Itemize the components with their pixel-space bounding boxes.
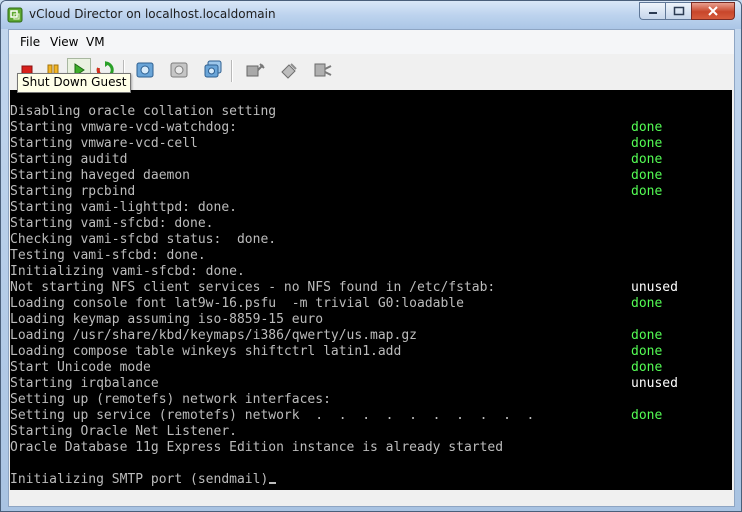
console-line-text: Loading /usr/share/kbd/keymaps/i386/qwer… xyxy=(10,328,417,343)
console-line: Starting vami-lighttpd: done. xyxy=(10,200,534,216)
console-line: Starting Oracle Net Listener. xyxy=(10,424,534,440)
minimize-icon xyxy=(648,12,657,14)
manage-snapshots-button[interactable] xyxy=(201,58,225,82)
client-area: File View VM Disabling oracle collation … xyxy=(8,29,735,507)
console-line-text: Starting auditd xyxy=(10,152,128,167)
console-line-text: Starting irqbalance xyxy=(10,376,159,391)
console-line: Starting haveged daemon done xyxy=(10,168,662,184)
console-line: Disabling oracle collation setting xyxy=(10,104,534,120)
console-line-text: Starting haveged daemon xyxy=(10,168,191,183)
console-line-text: Starting Oracle Net Listener. xyxy=(10,424,237,439)
console-line: Setting up (remotefs) network interfaces… xyxy=(10,392,534,408)
console-line: Start Unicode mode done xyxy=(10,360,662,376)
console-line-status: done xyxy=(631,168,663,183)
maximize-icon xyxy=(673,6,684,16)
close-icon xyxy=(708,6,718,16)
connect-device-icon xyxy=(246,63,265,77)
console-line: Loading keymap assuming iso-8859-15 euro xyxy=(10,312,534,328)
console-line: Testing vami-sfcbd: done. xyxy=(10,248,534,264)
console-line-text: Starting vmware-vcd-cell xyxy=(10,136,198,151)
console-line: Loading console font lat9w-16.psfu -m tr… xyxy=(10,296,662,312)
console-line-status: unused xyxy=(631,280,678,295)
configure-device-button[interactable] xyxy=(311,58,335,82)
console-line-text: Loading keymap assuming iso-8859-15 euro xyxy=(10,312,324,327)
console-line-status: done xyxy=(631,296,663,311)
manage-snapshots-icon xyxy=(204,60,222,78)
console-line: Starting vami-sfcbd: done. xyxy=(10,216,534,232)
console-line: Loading /usr/share/kbd/keymaps/i386/qwer… xyxy=(10,328,662,344)
console-line-text: Testing vami-sfcbd: done. xyxy=(10,248,206,263)
window-title: vCloud Director on localhost.localdomain xyxy=(29,7,276,21)
menu-file[interactable]: File xyxy=(20,35,40,49)
connect-device-button[interactable] xyxy=(243,58,267,82)
status-bar xyxy=(9,490,734,506)
menu-view[interactable]: View xyxy=(50,35,78,49)
shut-down-guest-tooltip: Shut Down Guest xyxy=(17,73,132,93)
console-line-text: Loading console font lat9w-16.psfu -m tr… xyxy=(10,296,464,311)
disconnect-device-icon xyxy=(281,63,297,79)
console-line: Initializing SMTP port (sendmail) xyxy=(10,472,534,488)
console-line-status: done xyxy=(631,152,663,167)
configure-device-icon xyxy=(314,63,332,77)
toolbar-separator xyxy=(231,60,233,82)
console-line-status: done xyxy=(631,360,663,375)
close-button[interactable] xyxy=(691,2,735,20)
console-screen[interactable]: Disabling oracle collation setting Starti… xyxy=(10,90,732,490)
console-line: Starting vmware-vcd-cell done xyxy=(10,136,662,152)
console-line: Starting irqbalance unused xyxy=(10,376,678,392)
console-line-text: Starting vmware-vcd-watchdog: xyxy=(10,120,237,135)
console-line-text: Initializing SMTP port (sendmail) xyxy=(10,472,269,487)
console-line-status: unused xyxy=(631,376,678,391)
console-line-status: done xyxy=(631,120,663,135)
revert-snapshot-button[interactable] xyxy=(167,58,191,82)
console-line-status: done xyxy=(631,344,663,359)
console-line: Oracle Database 11g Express Edition inst… xyxy=(10,440,534,456)
console-line-text: Starting vami-sfcbd: done. xyxy=(10,216,214,231)
console-line: Setting up service (remotefs) network . … xyxy=(10,408,662,424)
console-output: Disabling oracle collation setting Starti… xyxy=(10,104,678,488)
console-line-text: Starting vami-lighttpd: done. xyxy=(10,200,237,215)
vmware-app-icon xyxy=(7,7,23,23)
disconnect-device-button[interactable] xyxy=(277,58,301,82)
console-line: Starting rpcbind done xyxy=(10,184,662,200)
console-line-text: Start Unicode mode xyxy=(10,360,151,375)
console-line-status: done xyxy=(631,328,663,343)
console-line-text: Setting up (remotefs) network interfaces… xyxy=(10,392,331,407)
console-line-status: done xyxy=(631,408,663,423)
console-line-text: Starting rpcbind xyxy=(10,184,136,199)
console-line-text: Not starting NFS client services - no NF… xyxy=(10,280,496,295)
console-line: Checking vami-sfcbd status: done. xyxy=(10,232,534,248)
console-line-text: Loading compose table winkeys shiftctrl … xyxy=(10,344,402,359)
take-snapshot-button[interactable] xyxy=(133,58,157,82)
console-line-text: Oracle Database 11g Express Edition inst… xyxy=(10,440,504,455)
console-line-text: Disabling oracle collation setting xyxy=(10,104,277,119)
console-line: Initializing vami-sfcbd: done. xyxy=(10,264,534,280)
title-bar[interactable]: vCloud Director on localhost.localdomain xyxy=(1,1,741,29)
console-line-text: Checking vami-sfcbd status: done. xyxy=(10,232,277,247)
revert-snapshot-icon xyxy=(170,62,188,78)
console-line: Starting vmware-vcd-watchdog: done xyxy=(10,120,662,136)
vm-console-window: vCloud Director on localhost.localdomain… xyxy=(0,0,742,512)
console-line: Loading compose table winkeys shiftctrl … xyxy=(10,344,662,360)
menu-bar: File View VM xyxy=(9,30,734,54)
text-cursor xyxy=(269,482,277,484)
console-line-text: Setting up service (remotefs) network . … xyxy=(10,408,535,423)
snapshot-icon xyxy=(136,62,154,78)
minimize-button[interactable] xyxy=(639,2,665,20)
console-line: Starting auditd done xyxy=(10,152,662,168)
maximize-button[interactable] xyxy=(665,2,691,20)
console-line-status: done xyxy=(631,136,663,151)
menu-vm[interactable]: VM xyxy=(86,35,105,49)
console-line-status: done xyxy=(631,184,663,199)
console-line-text: Initializing vami-sfcbd: done. xyxy=(10,264,245,279)
console-line: Not starting NFS client services - no NF… xyxy=(10,280,678,296)
